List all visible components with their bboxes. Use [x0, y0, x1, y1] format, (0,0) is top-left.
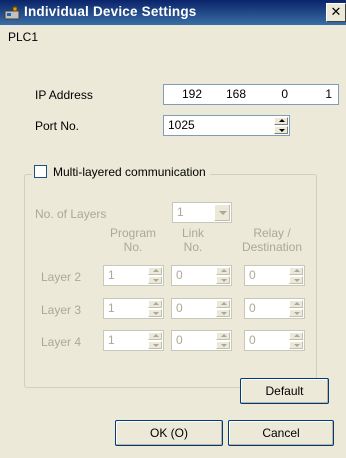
layer-3-relay[interactable]: 0 [244, 298, 305, 319]
layer-3-link-spinner[interactable] [216, 300, 230, 317]
port-input[interactable]: 1025 [163, 115, 290, 136]
layer-2-program-spinner[interactable] [148, 267, 162, 284]
spin-up-icon[interactable] [274, 117, 288, 125]
layer-4-relay[interactable]: 0 [244, 330, 305, 351]
layer-2-link-value: 0 [176, 268, 183, 282]
layer-4-program-spinner[interactable] [148, 332, 162, 349]
layer-4-relay-value: 0 [249, 333, 256, 347]
spin-down-icon[interactable] [148, 276, 162, 284]
multi-layer-checkbox[interactable]: Multi-layered communication [32, 165, 210, 183]
multi-layer-label: Multi-layered communication [53, 165, 206, 179]
chevron-down-icon[interactable] [214, 204, 230, 221]
layer-3-link-value: 0 [176, 301, 183, 315]
layer-3-program[interactable]: 1 [103, 298, 164, 319]
spin-up-icon[interactable] [148, 267, 162, 275]
ok-button[interactable]: OK (O) [115, 420, 223, 446]
ip-octet-3: 0 [281, 87, 288, 101]
layers-select[interactable]: 1 [172, 202, 232, 223]
spin-down-icon[interactable] [289, 276, 303, 284]
layer-2-relay[interactable]: 0 [244, 265, 305, 286]
layer-2-label: Layer 2 [41, 270, 82, 284]
layer-3-program-spinner[interactable] [148, 300, 162, 317]
layer-4-program-value: 1 [108, 333, 115, 347]
spin-down-icon[interactable] [216, 309, 230, 317]
layer-2-link[interactable]: 0 [171, 265, 232, 286]
relay-header-1: Relay / [253, 226, 291, 240]
title-bar[interactable]: Individual Device Settings ✕ [0, 0, 346, 25]
spin-down-icon[interactable] [289, 341, 303, 349]
layer-2-relay-spinner[interactable] [289, 267, 303, 284]
layer-4-link[interactable]: 0 [171, 330, 232, 351]
spin-down-icon[interactable] [148, 341, 162, 349]
program-header-1: Program [109, 226, 156, 240]
layer-2-link-spinner[interactable] [216, 267, 230, 284]
layer-3-label: Layer 3 [41, 303, 82, 317]
spin-down-icon[interactable] [289, 309, 303, 317]
spin-up-icon[interactable] [289, 300, 303, 308]
layer-3-relay-spinner[interactable] [289, 300, 303, 317]
layer-4-program[interactable]: 1 [103, 330, 164, 351]
relay-header-2: Destination [241, 240, 303, 254]
layer-2-program[interactable]: 1 [103, 265, 164, 286]
spin-up-icon[interactable] [148, 300, 162, 308]
layer-3-link[interactable]: 0 [171, 298, 232, 319]
program-header-2: No. [123, 240, 143, 254]
spin-up-icon[interactable] [289, 267, 303, 275]
spin-down-icon[interactable] [274, 126, 288, 134]
link-header-1: Link [181, 226, 204, 240]
ip-octet-4: 1 [325, 87, 332, 101]
ip-address-label: IP Address [35, 88, 93, 102]
port-label: Port No. [35, 119, 80, 133]
layer-2-relay-value: 0 [249, 268, 256, 282]
layer-3-relay-value: 0 [249, 301, 256, 315]
spin-up-icon[interactable] [216, 267, 230, 275]
spin-down-icon[interactable] [148, 309, 162, 317]
default-button[interactable]: Default [240, 378, 329, 404]
port-spinner[interactable] [274, 117, 288, 134]
layers-label: No. of Layers [35, 207, 107, 221]
layer-4-link-value: 0 [176, 333, 183, 347]
spin-down-icon[interactable] [216, 341, 230, 349]
device-settings-icon [4, 5, 20, 20]
checkbox-icon[interactable] [34, 165, 47, 178]
layer-4-link-spinner[interactable] [216, 332, 230, 349]
window-title: Individual Device Settings [24, 4, 197, 19]
cancel-button[interactable]: Cancel [228, 420, 334, 446]
spin-up-icon[interactable] [289, 332, 303, 340]
close-button[interactable]: ✕ [326, 3, 346, 22]
layer-4-relay-spinner[interactable] [289, 332, 303, 349]
layer-2-program-value: 1 [108, 268, 115, 282]
ip-octet-1: 192 [181, 87, 202, 101]
ip-address-input[interactable]: 192 168 0 1 [163, 84, 339, 105]
spin-up-icon[interactable] [216, 332, 230, 340]
spin-up-icon[interactable] [216, 300, 230, 308]
layers-value: 1 [177, 205, 184, 219]
spin-up-icon[interactable] [148, 332, 162, 340]
device-settings-dialog: Individual Device Settings ✕ PLC1 IP Add… [0, 0, 346, 458]
port-value: 1025 [168, 118, 195, 132]
device-name: PLC1 [8, 30, 39, 44]
close-icon: ✕ [330, 4, 342, 19]
link-header-2: No. [183, 240, 203, 254]
layer-4-label: Layer 4 [41, 335, 82, 349]
ip-octet-2: 168 [225, 87, 246, 101]
layer-3-program-value: 1 [108, 301, 115, 315]
spin-down-icon[interactable] [216, 276, 230, 284]
